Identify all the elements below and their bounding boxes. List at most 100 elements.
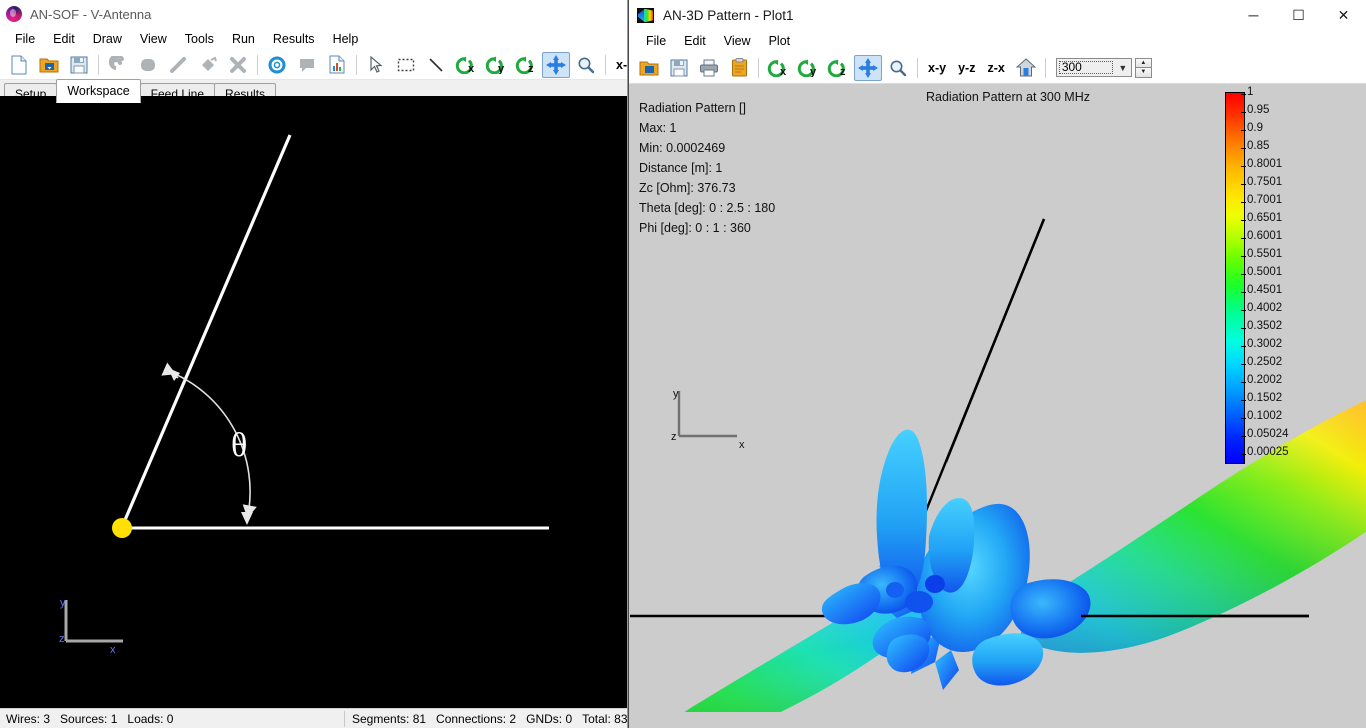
draw-wire-button[interactable]	[104, 52, 132, 78]
close-button[interactable]: ✕	[1321, 0, 1366, 30]
main-toolbar: x y z x-	[0, 50, 627, 80]
menu-tools[interactable]: Tools	[176, 30, 223, 48]
main-menubar: File Edit Draw View Tools Run Results He…	[0, 28, 627, 50]
menu-results[interactable]: Results	[264, 30, 324, 48]
menu-run[interactable]: Run	[223, 30, 264, 48]
delete-icon	[230, 56, 246, 73]
zoom-button[interactable]	[572, 52, 600, 78]
frequency-spinner[interactable]: ▲ ▼	[1134, 57, 1152, 78]
pattern-zoom-button[interactable]	[884, 55, 912, 81]
select-rect-icon	[397, 58, 415, 71]
select-rect-button[interactable]	[392, 52, 420, 78]
colorbar-tick-10: 0.5001	[1241, 266, 1282, 278]
menu-view[interactable]: View	[131, 30, 176, 48]
new-file-button[interactable]	[5, 52, 33, 78]
home-view-button[interactable]	[1012, 55, 1040, 81]
status-segments: Segments: 81	[352, 711, 427, 726]
view-yz-button[interactable]: y-z	[952, 61, 981, 75]
wire-icon	[109, 55, 124, 70]
axis-triad: y z x	[59, 597, 123, 656]
view-xy-button[interactable]: x-y	[610, 58, 627, 72]
report-button[interactable]	[323, 52, 351, 78]
menu-help[interactable]: Help	[324, 30, 368, 48]
pointer-tool-button[interactable]	[362, 52, 390, 78]
frequency-value[interactable]: 300	[1058, 60, 1114, 75]
status-sources: Sources: 1	[60, 711, 118, 726]
pattern-plot-area[interactable]: Radiation Pattern at 300 MHz Radiation P…	[629, 84, 1366, 712]
axis-label-y: y	[60, 597, 66, 609]
main-window-title: AN-SOF - V-Antenna	[30, 6, 152, 22]
draw-patch-button[interactable]	[134, 52, 162, 78]
axis-label-x: x	[110, 644, 116, 656]
pattern-menu-edit[interactable]: Edit	[675, 32, 715, 50]
theta-label: θ	[231, 427, 247, 464]
open-folder-icon	[39, 58, 59, 72]
menu-file[interactable]: File	[6, 30, 44, 48]
pan-move-button[interactable]	[542, 51, 570, 78]
workspace-3d-view[interactable]: θ y z x	[0, 96, 627, 708]
view-xy-button[interactable]: x-y	[922, 61, 952, 75]
save-button[interactable]	[65, 52, 93, 78]
view-zx-button[interactable]: z-x	[981, 61, 1010, 75]
pattern-menu-view[interactable]: View	[715, 32, 760, 50]
an3d-app-icon	[637, 7, 654, 23]
zoom-icon	[578, 57, 595, 73]
toolbar-separator	[1044, 57, 1046, 78]
minimize-button[interactable]: ─	[1231, 0, 1276, 30]
colorbar-tick-13: 0.3502	[1241, 320, 1282, 332]
pan-move-icon	[546, 54, 566, 75]
colorbar-tick-1: 0.95	[1241, 104, 1269, 116]
pattern-lobes	[684, 400, 1366, 712]
rotate-x-icon: x	[455, 56, 475, 74]
pattern-save-button[interactable]	[665, 55, 693, 81]
status-loads: Loads: 0	[127, 711, 174, 726]
colorbar-tick-8: 0.6001	[1241, 230, 1282, 242]
maximize-button[interactable]: ☐	[1276, 0, 1321, 30]
draw-line-tool-button[interactable]	[164, 52, 192, 78]
pattern-axis-label-z: z	[671, 431, 677, 443]
home-view-icon	[1015, 58, 1036, 77]
patch-icon	[141, 58, 155, 71]
fill-button[interactable]	[194, 52, 222, 78]
rotate-x-button[interactable]: x	[452, 52, 480, 78]
pattern-rotate-x-button[interactable]: x	[764, 55, 792, 81]
save-icon	[670, 59, 688, 76]
comment-button[interactable]	[293, 52, 321, 78]
menu-edit[interactable]: Edit	[44, 30, 84, 48]
settings-button[interactable]	[263, 52, 291, 78]
colorbar-tick-3: 0.85	[1241, 140, 1269, 152]
zoom-icon	[890, 60, 907, 76]
open-folder-icon	[639, 61, 659, 75]
chevron-down-icon[interactable]: ▼	[1115, 63, 1131, 73]
spin-down-icon[interactable]: ▼	[1134, 68, 1152, 78]
tab-workspace[interactable]: Workspace	[56, 79, 141, 103]
save-icon	[70, 56, 88, 73]
pattern-menu-file[interactable]: File	[637, 32, 675, 50]
axis-label-z: z	[59, 633, 65, 645]
pattern-open-button[interactable]	[635, 55, 663, 81]
pattern-axis-label-y: y	[673, 388, 679, 400]
line-tool-button[interactable]	[422, 52, 450, 78]
pattern-menu-plot[interactable]: Plot	[760, 32, 800, 50]
pattern-clipboard-button[interactable]	[725, 55, 753, 81]
rotate-y-button[interactable]: y	[482, 52, 510, 78]
colorbar-tick-9: 0.5501	[1241, 248, 1282, 260]
pattern-rotate-z-button[interactable]: z	[824, 55, 852, 81]
rotate-z-button[interactable]: z	[512, 52, 540, 78]
pattern-rotate-y-button[interactable]: y	[794, 55, 822, 81]
pattern-axis-label-x: x	[739, 439, 745, 451]
report-icon	[329, 55, 345, 74]
svg-text:z: z	[840, 66, 846, 77]
open-file-button[interactable]	[35, 52, 63, 78]
pattern-pan-button[interactable]	[854, 54, 882, 81]
spin-up-icon[interactable]: ▲	[1134, 57, 1152, 68]
theta-arrowhead-bottom	[241, 512, 253, 525]
menu-draw[interactable]: Draw	[84, 30, 131, 48]
svg-text:z: z	[528, 63, 534, 74]
pattern-print-button[interactable]	[695, 55, 723, 81]
pattern-titlebar: AN-3D Pattern - Plot1 ─ ☐ ✕	[629, 0, 1366, 30]
window-controls: ─ ☐ ✕	[1231, 0, 1366, 30]
delete-button[interactable]	[224, 52, 252, 78]
frequency-selector[interactable]: 300 ▼	[1055, 58, 1132, 77]
colorbar-tick-5: 0.7501	[1241, 176, 1282, 188]
